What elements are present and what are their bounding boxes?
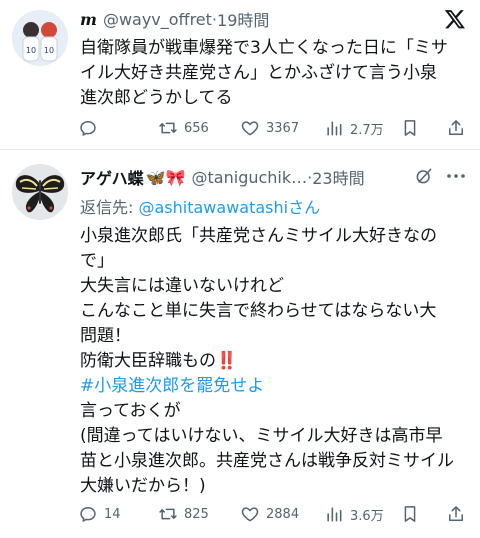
reply-icon: [80, 121, 96, 136]
bookmark-button[interactable]: [400, 118, 420, 138]
svg-text:10: 10: [26, 46, 36, 55]
retweet-button[interactable]: 825: [158, 504, 209, 524]
text-line: 小泉進次郎氏「共産党さんミサイル大好きなの: [80, 226, 437, 246]
views-icon: [327, 121, 342, 136]
reply-count: 14: [104, 506, 121, 522]
text-fragment: 防衛大臣辞職もの: [80, 351, 216, 371]
text-line: 自衛隊員が戦車爆発で3人亡くなった日に「ミサ: [80, 38, 448, 58]
views-button[interactable]: 3.6万: [324, 504, 384, 524]
reply-icon: [80, 507, 96, 522]
reply-button[interactable]: 14: [78, 504, 121, 524]
tweet-header: アゲハ蝶 🦋🎀 @taniguchik… · 23時間: [80, 165, 365, 189]
avatar[interactable]: 10 10: [12, 10, 68, 66]
text-line: 進次郎どうかしてる: [80, 88, 233, 108]
tweet-header: m @wayv_offret · 19時間: [80, 7, 269, 31]
like-icon: [241, 121, 259, 136]
retweet-button[interactable]: 656: [158, 118, 209, 138]
avatar-photo-icon: 10 10: [12, 10, 68, 66]
action-bar: 656 3367 2.7万: [78, 116, 474, 140]
reply-button[interactable]: [78, 118, 104, 138]
bookmark-button[interactable]: [400, 504, 420, 524]
views-count: 3.6万: [350, 508, 384, 524]
like-icon: [241, 507, 259, 522]
handle[interactable]: @taniguchik…: [192, 168, 308, 187]
retweet-icon: [159, 508, 177, 520]
text-line-with-mark: 防衛大臣辞職もの‼️: [80, 349, 472, 374]
views-icon: [327, 507, 342, 522]
tweet-1[interactable]: 10 10 m @wayv_offret · 19時間 自衛隊員が戦車爆発で3人…: [0, 0, 480, 150]
action-bar: 14 825 2884 3.6万: [78, 502, 474, 526]
hashtag-link[interactable]: #小泉進次郎を罷免せよ: [80, 374, 472, 399]
text-line: 苗と小泉進次郎。共産党さんは戦争反対ミサイル: [80, 451, 454, 471]
text-line: 言っておくが: [80, 401, 181, 421]
reply-mention-suffix: さん: [288, 198, 321, 217]
bookmark-icon: [404, 120, 416, 136]
double-exclamation-icon: ‼️: [216, 351, 238, 371]
share-button[interactable]: [446, 118, 466, 138]
butterfly-avatar-icon: [12, 164, 68, 220]
handle[interactable]: @wayv_offret: [103, 10, 212, 29]
text-line: 大嫌いだから！): [80, 476, 206, 496]
bookmark-icon: [404, 506, 416, 522]
display-name[interactable]: m: [80, 10, 97, 29]
x-logo-icon[interactable]: [444, 8, 466, 30]
text-line: (間違ってはいけない、ミサイル大好きは高市早: [80, 426, 443, 446]
retweet-count: 656: [184, 120, 209, 136]
like-count: 3367: [266, 120, 300, 136]
tweet-text: 小泉進次郎氏「共産党さんミサイル大好きなの で」 大失言には違いないけれど こん…: [80, 224, 472, 499]
display-name[interactable]: アゲハ蝶: [80, 165, 144, 189]
timestamp[interactable]: 23時間: [312, 165, 364, 189]
name-emojis: 🦋🎀: [145, 167, 186, 187]
like-count: 2884: [266, 506, 300, 522]
avatar[interactable]: [12, 164, 68, 220]
views-count: 2.7万: [350, 122, 384, 138]
share-button[interactable]: [446, 504, 466, 524]
svg-text:10: 10: [44, 46, 54, 55]
views-button[interactable]: 2.7万: [324, 118, 384, 138]
text-line: 大失言には違いないけれど: [80, 276, 284, 296]
reply-mention-link[interactable]: @ashitawawatashi: [139, 198, 289, 217]
text-line: イル大好き共産党さん」とかふざけて言う小泉: [80, 63, 437, 83]
reply-to-label: 返信先:: [80, 198, 134, 217]
like-button[interactable]: 3367: [240, 118, 299, 138]
retweet-icon: [159, 122, 177, 134]
more-icon[interactable]: [444, 164, 468, 188]
reply-to-line: 返信先: @ashitawawatashiさん: [80, 194, 320, 218]
like-button[interactable]: 2884: [240, 504, 299, 524]
tweet-text: 自衛隊員が戦車爆発で3人亡くなった日に「ミサ イル大好き共産党さん」とかふざけて…: [80, 36, 470, 111]
timestamp[interactable]: 19時間: [217, 7, 269, 31]
retweet-count: 825: [184, 506, 209, 522]
share-icon: [449, 120, 463, 135]
text-line: こんなこと単に失言で終わらせてはならない大: [80, 301, 437, 321]
tweet-2[interactable]: アゲハ蝶 🦋🎀 @taniguchik… · 23時間 返信先: @ashita…: [0, 150, 480, 538]
text-line: で」: [80, 251, 114, 271]
text-line: 問題！: [80, 326, 131, 346]
grok-icon[interactable]: [414, 166, 434, 186]
share-icon: [449, 506, 463, 521]
